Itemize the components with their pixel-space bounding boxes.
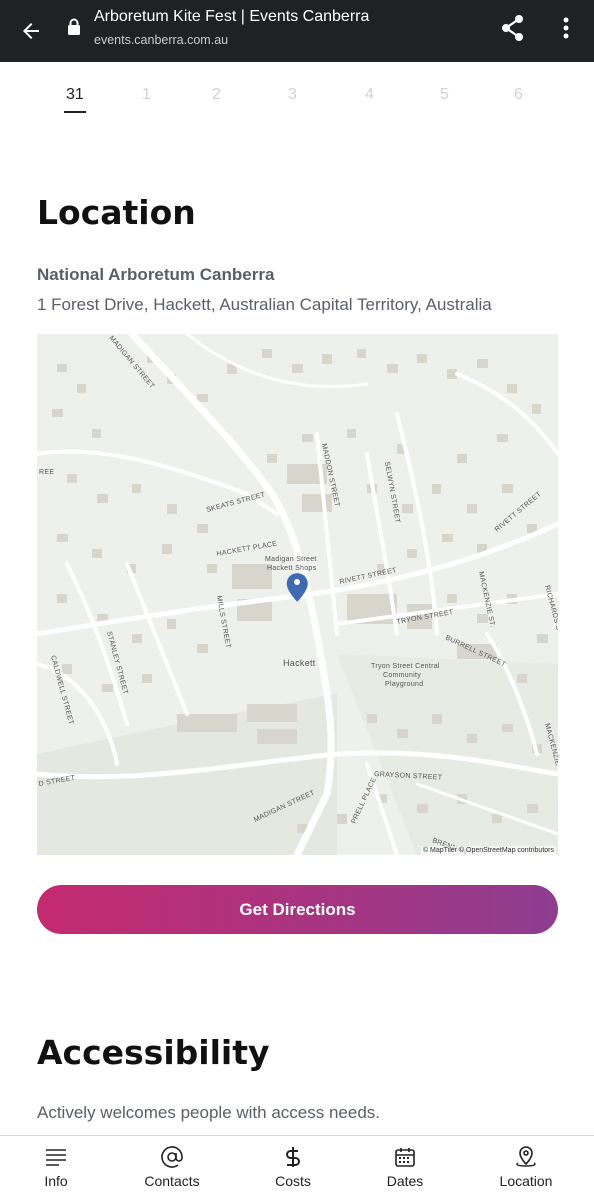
date-item[interactable]: 4 <box>365 86 374 104</box>
location-heading: Location <box>37 193 196 232</box>
more-vert-icon[interactable] <box>555 12 577 44</box>
date-item[interactable]: 5 <box>440 86 449 104</box>
nav-label: Costs <box>275 1173 311 1189</box>
nav-location[interactable]: Location <box>476 1136 576 1201</box>
nav-dates[interactable]: Dates <box>355 1136 455 1201</box>
back-arrow-icon <box>23 23 39 39</box>
nav-label: Location <box>499 1173 553 1189</box>
selected-date-indicator <box>64 111 86 113</box>
browser-toolbar: Arboretum Kite Fest | Events Canberra ev… <box>0 0 594 62</box>
accessibility-text: Actively welcomes people with access nee… <box>37 1103 380 1122</box>
calendar-icon <box>395 1148 415 1167</box>
svg-text:Madigan Street: Madigan Street <box>265 556 317 563</box>
bottom-navigation: Info Contacts Costs Dates Location <box>0 1135 594 1201</box>
page-url[interactable]: events.canberra.com.au <box>94 33 228 47</box>
svg-text:Playground: Playground <box>385 681 423 688</box>
get-directions-button[interactable]: Get Directions <box>37 885 558 934</box>
venue-address: 1 Forest Drive, Hackett, Australian Capi… <box>37 295 492 314</box>
dollar-icon <box>286 1147 300 1167</box>
lock-icon <box>68 18 80 35</box>
location-map[interactable]: MADIGAN STREET SKEATS STREET HACKETT PLA… <box>37 334 558 855</box>
svg-text:REE: REE <box>39 469 54 476</box>
svg-text:Tryon Street Central: Tryon Street Central <box>371 663 440 670</box>
svg-text:Hackett: Hackett <box>283 658 316 668</box>
back-button[interactable] <box>14 14 48 48</box>
date-item[interactable]: 3 <box>288 86 297 104</box>
nav-contacts[interactable]: Contacts <box>122 1136 222 1201</box>
nav-info[interactable]: Info <box>6 1136 106 1201</box>
date-item[interactable]: 1 <box>142 86 151 104</box>
page-title[interactable]: Arboretum Kite Fest | Events Canberra <box>94 8 369 26</box>
nav-costs[interactable]: Costs <box>243 1136 343 1201</box>
map-attribution[interactable]: © MapTiler © OpenStreetMap contributors <box>420 846 556 855</box>
accessibility-heading: Accessibility <box>37 1033 270 1072</box>
nav-label: Contacts <box>144 1173 200 1189</box>
svg-text:SELWYN STREET: SELWYN STREET <box>383 461 401 524</box>
nav-label: Dates <box>386 1173 424 1189</box>
svg-text:Hackett Shops: Hackett Shops <box>267 565 317 572</box>
date-item[interactable]: 2 <box>212 86 221 104</box>
svg-text:PRELL PLACE: PRELL PLACE <box>350 776 378 824</box>
date-selector: 31 1 2 3 4 5 6 <box>0 86 594 113</box>
at-sign-icon <box>161 1146 183 1168</box>
map-pin-icon <box>516 1146 536 1167</box>
venue-name: National Arboretum Canberra <box>37 265 275 284</box>
menu-lines-icon <box>46 1149 66 1166</box>
date-item[interactable]: 6 <box>514 86 523 104</box>
share-icon[interactable] <box>497 12 529 44</box>
date-item[interactable]: 31 <box>66 86 84 104</box>
svg-text:Community: Community <box>383 672 421 679</box>
svg-text:RICHARDS S: RICHARDS S <box>543 585 558 631</box>
nav-label: Info <box>44 1173 68 1189</box>
